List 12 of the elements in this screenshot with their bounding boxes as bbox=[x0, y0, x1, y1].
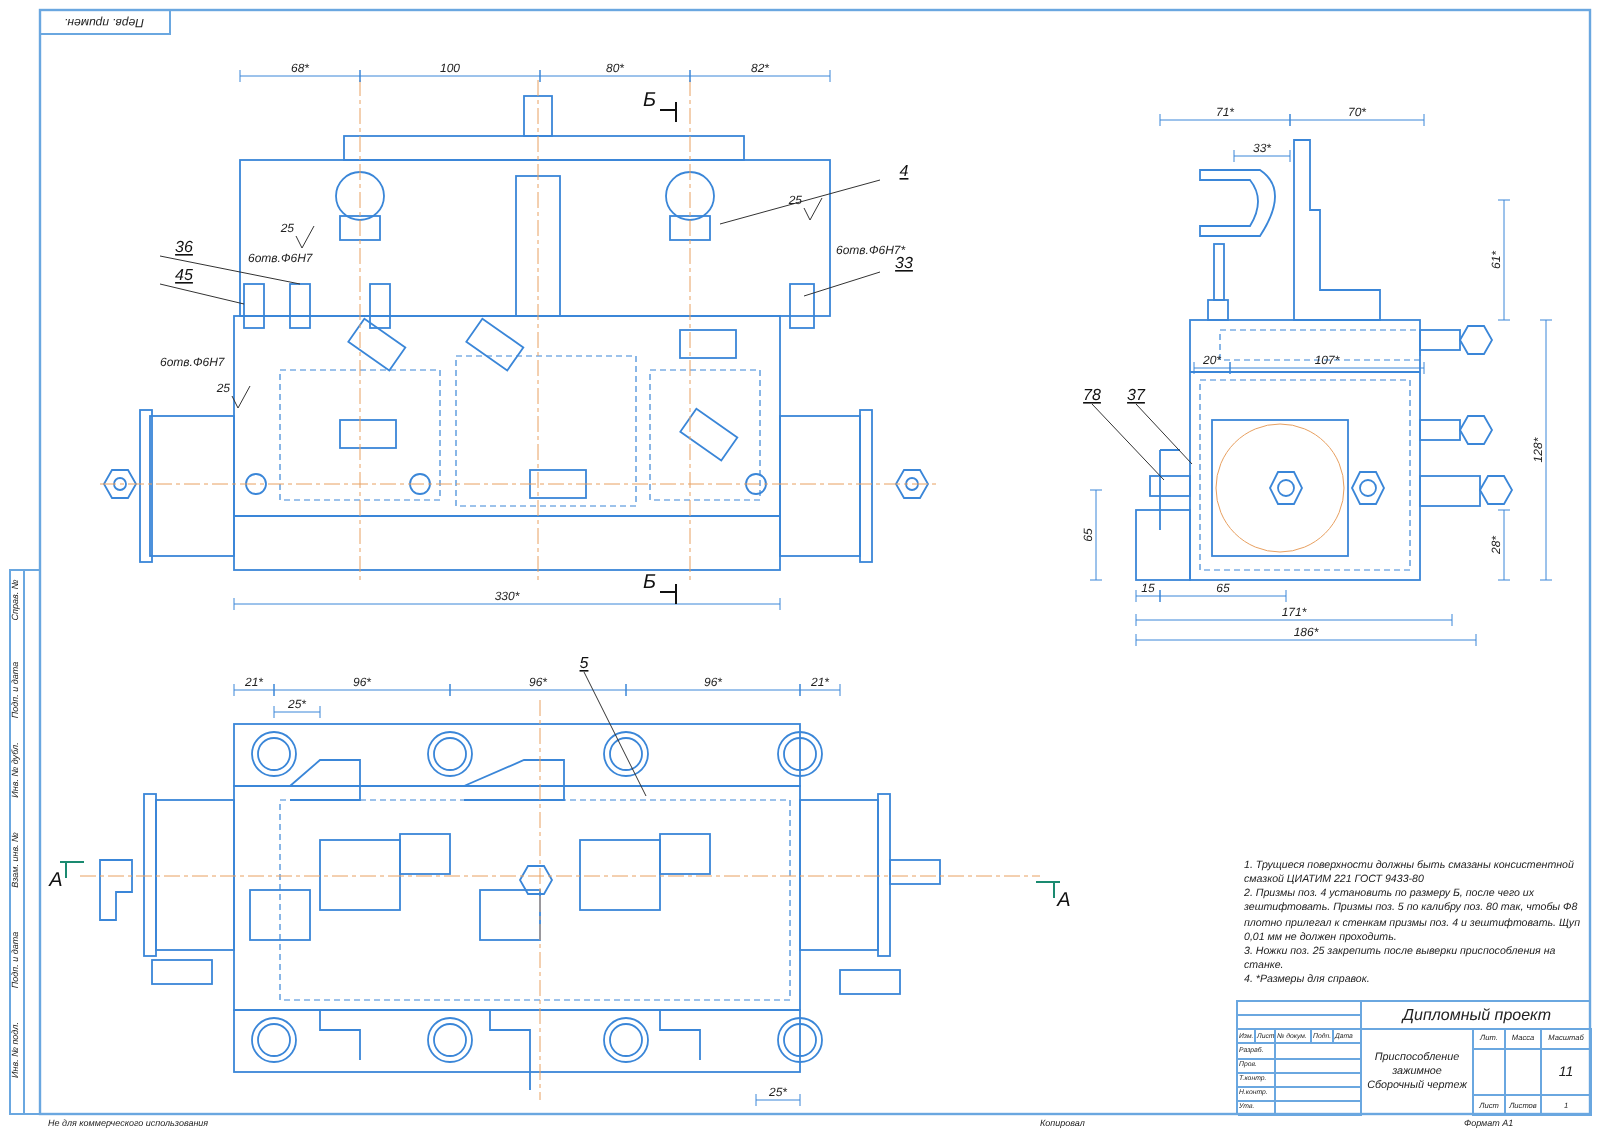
project-title: Дипломный проект bbox=[1362, 1002, 1592, 1030]
position-number: 36 bbox=[175, 238, 193, 256]
position-number: 37 bbox=[1127, 386, 1145, 404]
section-mark: Б bbox=[642, 90, 656, 112]
section-mark: Б bbox=[642, 572, 656, 594]
section-mark: А bbox=[49, 870, 63, 892]
position-number: 4 bbox=[899, 162, 909, 180]
position-number: 5 bbox=[579, 654, 589, 672]
position-number: 78 bbox=[1083, 386, 1101, 404]
position-number: 33 bbox=[895, 254, 913, 272]
position-number: 45 bbox=[175, 266, 193, 284]
section-mark: А bbox=[1057, 890, 1071, 912]
